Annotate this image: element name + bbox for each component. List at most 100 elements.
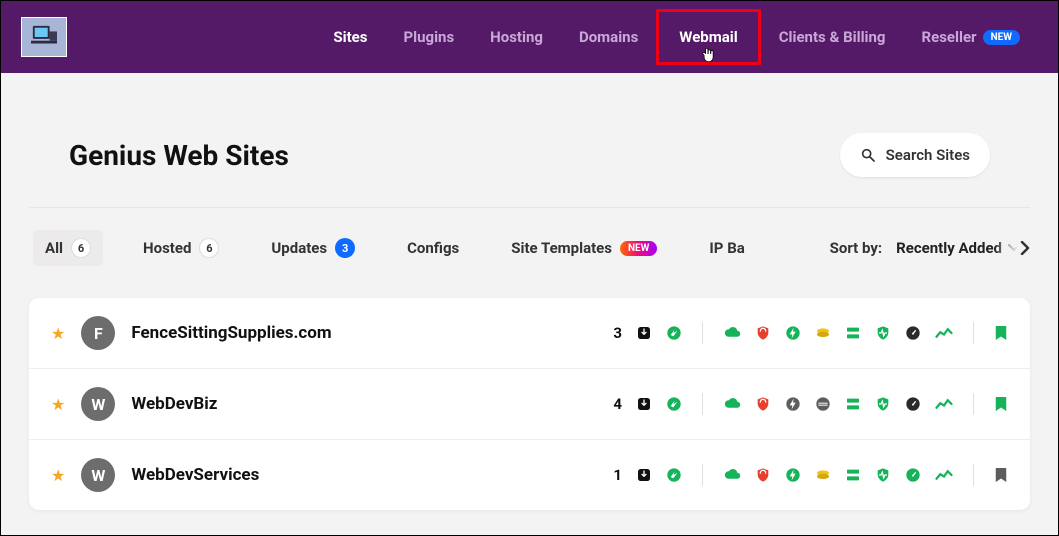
shield-icon[interactable] [755, 396, 771, 412]
nav-label: Webmail [679, 28, 737, 46]
bookmark-icon[interactable] [994, 395, 1008, 413]
cloud-icon[interactable] [723, 326, 741, 340]
bolt-icon[interactable] [785, 396, 801, 412]
bookmark-icon[interactable] [994, 466, 1008, 484]
filter-ip-ban[interactable]: IP Ba [697, 231, 770, 265]
count-badge: 3 [335, 238, 355, 258]
update-count: 4 [613, 395, 622, 413]
cloud-icon[interactable] [723, 397, 741, 411]
shield-icon[interactable] [755, 325, 771, 341]
nav-label: Reseller [922, 28, 977, 46]
shield-icon[interactable] [755, 467, 771, 483]
gauge-icon[interactable] [905, 325, 921, 341]
chevron-down-icon [1008, 244, 1020, 252]
top-nav: Sites Plugins Hosting Domains Webmail Cl… [1, 1, 1058, 73]
pulse-icon[interactable] [875, 467, 891, 483]
nav-label: Domains [579, 28, 638, 46]
gauge-icon[interactable] [905, 467, 921, 483]
search-icon [860, 147, 876, 163]
logo-icon [29, 24, 59, 50]
nav-label: Clients & Billing [779, 28, 886, 46]
separator [973, 322, 974, 344]
nav-hosting[interactable]: Hosting [472, 9, 561, 65]
coin-icon[interactable] [815, 325, 831, 341]
separator [702, 322, 703, 344]
site-name: WebDevBiz [131, 394, 217, 414]
download-icon[interactable] [636, 325, 652, 341]
site-row[interactable]: ★ F FenceSittingSupplies.com 3 [29, 298, 1030, 369]
filter-label: Updates [271, 239, 327, 257]
site-name: WebDevServices [131, 465, 259, 485]
star-icon[interactable]: ★ [51, 395, 65, 414]
speed-icon[interactable] [666, 325, 682, 341]
filter-label: IP Ba [709, 239, 744, 257]
new-badge: NEW [983, 30, 1020, 45]
new-badge: NEW [620, 241, 657, 256]
separator [973, 393, 974, 415]
pulse-icon[interactable] [875, 396, 891, 412]
chart-icon[interactable] [935, 326, 953, 340]
search-placeholder: Search Sites [886, 146, 970, 164]
filter-label: Hosted [143, 239, 191, 257]
disc-icon[interactable] [815, 396, 831, 412]
chart-icon[interactable] [935, 468, 953, 482]
filter-site-templates[interactable]: Site Templates NEW [499, 231, 669, 265]
separator [973, 464, 974, 486]
bolt-icon[interactable] [785, 467, 801, 483]
sort-value-text: Recently Added [896, 239, 1002, 257]
chart-icon[interactable] [935, 397, 953, 411]
count-badge: 6 [71, 238, 91, 258]
nav-clients-billing[interactable]: Clients & Billing [761, 9, 904, 65]
nav-sites[interactable]: Sites [315, 9, 385, 65]
filter-label: Configs [407, 239, 459, 257]
site-row[interactable]: ★ W WebDevBiz 4 [29, 369, 1030, 440]
separator [702, 393, 703, 415]
star-icon[interactable]: ★ [51, 466, 65, 485]
bookmark-icon[interactable] [994, 324, 1008, 342]
sort-dropdown[interactable]: Recently Added [896, 239, 1020, 257]
avatar: F [81, 316, 115, 350]
nav-domains[interactable]: Domains [561, 9, 656, 65]
server-icon[interactable] [845, 325, 861, 341]
pulse-icon[interactable] [875, 325, 891, 341]
count-badge: 6 [199, 238, 219, 258]
filter-configs[interactable]: Configs [395, 231, 471, 265]
avatar: W [81, 458, 115, 492]
filter-label: Site Templates [511, 239, 612, 257]
site-row[interactable]: ★ W WebDevServices 1 [29, 440, 1030, 510]
avatar: W [81, 387, 115, 421]
nav-plugins[interactable]: Plugins [385, 9, 472, 65]
cursor-hand-icon [700, 46, 718, 64]
page-title: Genius Web Sites [69, 139, 289, 172]
filter-updates[interactable]: Updates 3 [259, 230, 367, 266]
download-icon[interactable] [636, 467, 652, 483]
update-count: 3 [613, 324, 622, 342]
separator [702, 464, 703, 486]
download-icon[interactable] [636, 396, 652, 412]
nav-label: Sites [333, 28, 367, 46]
nav-label: Hosting [490, 28, 543, 46]
server-icon[interactable] [845, 467, 861, 483]
logo[interactable] [21, 17, 67, 57]
filter-hosted[interactable]: Hosted 6 [131, 230, 231, 266]
filter-row: All 6 Hosted 6 Updates 3 Configs Site Te… [29, 208, 1030, 288]
filter-all[interactable]: All 6 [33, 230, 103, 266]
bolt-icon[interactable] [785, 325, 801, 341]
update-count: 1 [613, 466, 622, 484]
nav-label: Plugins [403, 28, 454, 46]
server-icon[interactable] [845, 396, 861, 412]
chevron-right-icon [1020, 241, 1030, 255]
site-name: FenceSittingSupplies.com [131, 323, 331, 343]
speed-icon[interactable] [666, 467, 682, 483]
filter-label: All [45, 239, 63, 257]
sort-label: Sort by: [830, 239, 883, 257]
gauge-icon[interactable] [905, 396, 921, 412]
sites-list: ★ F FenceSittingSupplies.com 3 [29, 298, 1030, 510]
coin-icon[interactable] [815, 467, 831, 483]
search-input[interactable]: Search Sites [840, 133, 990, 177]
nav-webmail[interactable]: Webmail [656, 9, 760, 65]
speed-icon[interactable] [666, 396, 682, 412]
cloud-icon[interactable] [723, 468, 741, 482]
star-icon[interactable]: ★ [51, 324, 65, 343]
nav-reseller[interactable]: Reseller NEW [904, 9, 1039, 65]
